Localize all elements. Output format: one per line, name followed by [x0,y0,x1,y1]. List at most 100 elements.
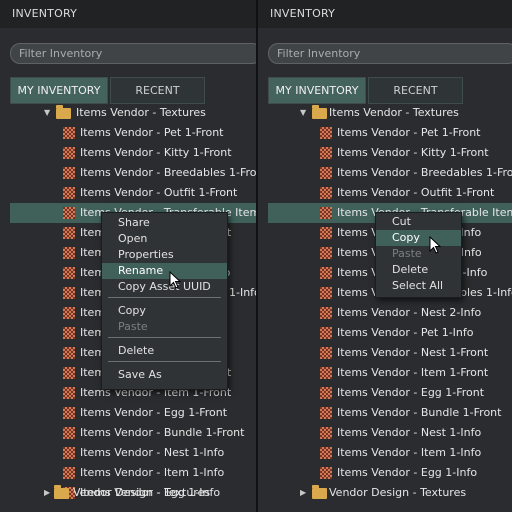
filter-field[interactable] [10,43,256,64]
menu-item-rename[interactable]: Rename [102,263,227,279]
menu-item-label: Copy Asset UUID [118,280,211,293]
mouse-cursor-icon [169,271,181,289]
folder-label: Vendor Design - Textures [73,486,211,499]
folder-open-icon [312,105,327,119]
folder-label: Items Vendor - Textures [329,106,459,119]
inventory-item-row[interactable]: Items Vendor - Breedables 1-Front [0,163,256,183]
menu-item-label: Copy [118,304,146,317]
inventory-item-row[interactable]: Items Vendor - Breedables 1-Front [258,163,512,183]
inventory-item-row[interactable]: Items Vendor - Bundle 1-Front [258,403,512,423]
inventory-item-row[interactable]: Items Vendor - Egg 1-Front [258,383,512,403]
expand-arrow-icon[interactable]: ▼ [44,103,50,123]
inventory-item-row[interactable]: Items Vendor - Bundle 1-Front [0,423,256,443]
title-bar[interactable]: INVENTORY [258,0,512,28]
collapse-arrow-icon[interactable]: ▶ [300,483,306,503]
menu-separator [108,297,221,298]
menu-item-label: Delete [392,263,429,276]
texture-icon [320,147,332,159]
menu-item-label: Properties [118,248,174,261]
expand-arrow-icon[interactable]: ▼ [300,103,306,123]
texture-icon [63,407,75,419]
inventory-item-row[interactable]: Items Vendor - Item 1-Info [0,463,256,483]
menu-item-save-as[interactable]: Save As [102,367,227,383]
tab-my-inventory[interactable]: MY INVENTORY [10,77,108,104]
texture-icon [63,467,75,479]
folder-row[interactable]: ▼ Items Vendor - Textures [258,103,512,123]
texture-icon [63,427,75,439]
inventory-item-row[interactable]: Items Vendor - Outfit 1-Front [258,183,512,203]
inventory-item-row[interactable]: Items Vendor - Pet 1-Info [258,323,512,343]
item-label: Items Vendor - Nest 1-Info [80,446,225,459]
menu-item-delete[interactable]: Delete [102,343,227,359]
inventory-item-row[interactable]: Items Vendor - Kitty 1-Front [258,143,512,163]
folder-row[interactable]: ▶ Vendor Design - Textures [0,483,256,503]
inventory-item-row[interactable]: Items Vendor - Nest 1-Info [0,443,256,463]
item-label: Items Vendor - Nest 2-Info [337,306,482,319]
filter-input[interactable] [19,45,244,62]
menu-item-label: Rename [118,264,164,277]
texture-icon [320,467,332,479]
item-label: Items Vendor - Outfit 1-Front [80,186,238,199]
inventory-item-row[interactable]: Items Vendor - Item 1-Info [258,443,512,463]
menu-item-share[interactable]: Share [102,215,227,231]
folder-label: Vendor Design - Textures [329,486,467,499]
item-label: Items Vendor - Breedables 1-Front [337,166,512,179]
tab-recent[interactable]: RECENT [110,77,205,104]
item-label: Items Vendor - Item 1-Info [80,466,225,479]
item-label: Items Vendor - Egg 1-Info [337,466,478,479]
menu-item-paste[interactable]: Paste [102,319,227,335]
collapse-arrow-icon[interactable]: ▶ [44,483,50,503]
menu-item-copy-asset-uuid[interactable]: Copy Asset UUID [102,279,227,295]
texture-icon [320,347,332,359]
texture-icon [63,207,75,219]
texture-icon [63,127,75,139]
menu-item-copy[interactable]: Copy [102,303,227,319]
inventory-item-row[interactable]: Items Vendor - Item 1-Front [258,363,512,383]
menu-item-cut[interactable]: Cut [376,214,461,230]
inventory-item-row[interactable]: Items Vendor - Nest 1-Front [258,343,512,363]
menu-item-label: Save As [118,368,162,381]
inventory-item-row[interactable]: Items Vendor - Pet 1-Front [0,123,256,143]
menu-item-select-all[interactable]: Select All [376,278,461,294]
texture-icon [320,187,332,199]
inventory-item-row[interactable]: Items Vendor - Nest 2-Info [258,303,512,323]
texture-icon [63,347,75,359]
tab-my-inventory[interactable]: MY INVENTORY [268,77,366,104]
item-label: Items Vendor - Egg 1-Front [80,406,228,419]
menu-item-paste[interactable]: Paste [376,246,461,262]
menu-item-open[interactable]: Open [102,231,227,247]
inventory-item-row[interactable]: Items Vendor - Egg 1-Front [0,403,256,423]
item-label: Items Vendor - Bundle 1-Front [80,426,245,439]
title-bar[interactable]: INVENTORY [0,0,256,28]
inventory-item-row[interactable]: Items Vendor - Pet 1-Front [258,123,512,143]
menu-item-label: Open [118,232,148,245]
texture-icon [320,267,332,279]
texture-icon [63,167,75,179]
menu-separator [108,337,221,338]
inventory-panel-right: INVENTORY MY INVENTORY RECENT ▼ Items Ve… [258,0,512,512]
inventory-item-row[interactable]: Items Vendor - Egg 1-Info [258,463,512,483]
menu-item-properties[interactable]: Properties [102,247,227,263]
menu-item-copy[interactable]: Copy [376,230,461,246]
inventory-item-row[interactable]: Items Vendor - Outfit 1-Front [0,183,256,203]
menu-item-label: Paste [118,320,148,333]
menu-item-label: Paste [392,247,422,260]
item-label: Items Vendor - Bundle 1-Front [337,406,502,419]
menu-item-label: Share [118,216,150,229]
inventory-item-row[interactable]: Items Vendor - Nest 1-Info [258,423,512,443]
texture-icon [320,307,332,319]
item-label: Items Vendor - Pet 1-Front [337,126,481,139]
item-label: Items Vendor - Egg 1-Front [337,386,485,399]
item-label: Items Vendor - Breedables 1-Front [80,166,256,179]
inventory-item-row[interactable]: Items Vendor - Kitty 1-Front [0,143,256,163]
texture-icon [320,167,332,179]
filter-field[interactable] [268,43,512,64]
texture-icon [320,407,332,419]
menu-item-delete[interactable]: Delete [376,262,461,278]
filter-input[interactable] [277,45,501,62]
tab-recent[interactable]: RECENT [368,77,463,104]
folder-row[interactable]: ▶ Vendor Design - Textures [258,483,512,503]
texture-icon [63,287,75,299]
mouse-cursor-icon [429,236,441,254]
folder-row[interactable]: ▼ Items Vendor - Textures [0,103,256,123]
